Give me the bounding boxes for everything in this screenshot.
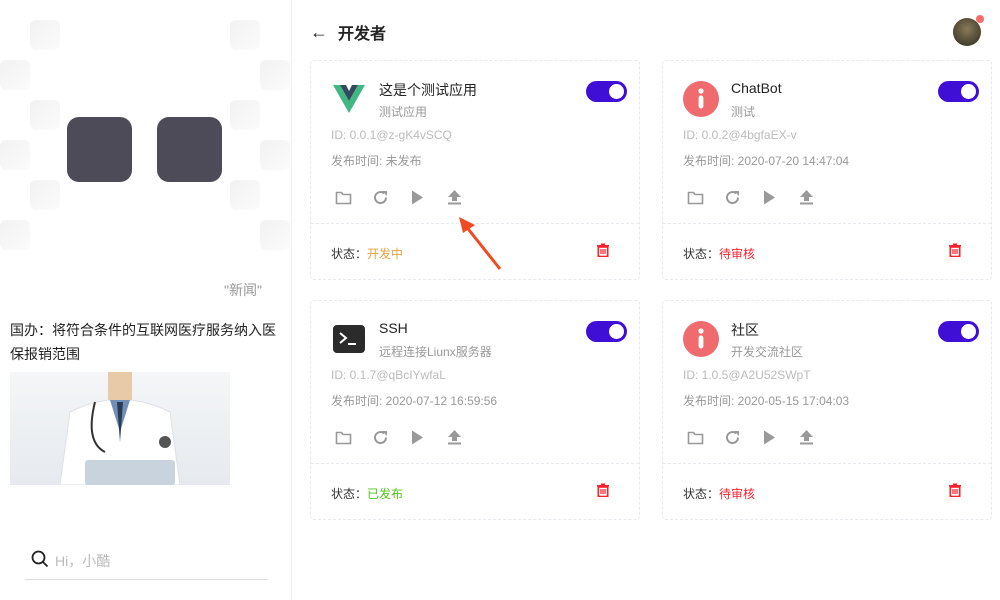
trash-icon[interactable] [596,483,610,497]
trash-icon[interactable] [596,243,610,257]
status-row: 状态：待审核 [683,245,755,262]
app-card: ChatBot 测试 ID: 0.0.2@4bgfaEX-v 发布时间: 202… [662,60,992,280]
app-desc: 开发交流社区 [731,345,804,359]
app-name: ChatBot [731,80,782,96]
upload-icon[interactable] [446,429,463,446]
enable-toggle[interactable] [586,81,627,102]
status-badge: 待审核 [719,247,756,261]
publish-time: 发布时间: 2020-05-15 17:04:03 [683,394,850,408]
search-icon [31,550,49,568]
decor-square [260,60,290,90]
decor-square [30,20,60,50]
divider [663,223,991,224]
status-badge: 开发中 [367,247,404,261]
upload-icon[interactable] [446,189,463,206]
folder-icon[interactable] [335,429,352,446]
decor-square [0,60,30,90]
status-label: 状态： [331,487,368,501]
vue-logo-icon [333,85,365,113]
news-title[interactable]: 国办：将符合条件的互联网医疗服务纳入医保报销范围 [10,318,285,366]
divider [311,463,639,464]
decor-square [260,220,290,250]
play-icon[interactable] [761,429,778,446]
play-icon[interactable] [761,189,778,206]
refresh-icon[interactable] [372,429,389,446]
app-desc: 测试应用 [379,105,428,119]
folder-icon[interactable] [335,189,352,206]
trash-icon[interactable] [948,243,962,257]
mascot-eye-right [157,117,222,182]
refresh-icon[interactable] [724,429,741,446]
status-label: 状态： [683,247,720,261]
upload-icon[interactable] [798,189,815,206]
status-row: 状态：开发中 [331,245,403,262]
arrow-left-icon[interactable]: ← [310,22,328,43]
app-desc: 远程连接Liunx服务器 [379,345,492,359]
decor-square [0,140,30,170]
enable-toggle[interactable] [938,321,979,342]
decor-square [30,180,60,210]
app-name: 社区 [731,322,759,338]
decor-square [0,220,30,250]
page-title: 开发者 [338,26,387,43]
mascot-eye-left [67,117,132,182]
status-label: 状态： [331,247,368,261]
annotation-arrow-icon [459,217,502,270]
decor-square [230,20,260,50]
publish-time: 发布时间: 未发布 [331,154,422,168]
publish-time: 发布时间: 2020-07-20 14:47:04 [683,154,850,168]
folder-icon[interactable] [687,429,704,446]
app-card: 社区 开发交流社区 ID: 1.0.5@A2U52SWpT 发布时间: 2020… [662,300,992,520]
status-row: 状态：待审核 [683,485,755,502]
enable-toggle[interactable] [938,81,979,102]
search-box[interactable]: Hi，小酷 [25,545,268,580]
terminal-icon [333,325,365,353]
enable-toggle[interactable] [586,321,627,342]
notification-dot [976,15,984,23]
decor-square [30,100,60,130]
app-id: ID: 0.1.7@qBcIYwfaL [331,368,446,382]
trash-icon[interactable] [948,483,962,497]
search-input[interactable]: Hi，小酷 [55,551,110,571]
status-row: 状态：已发布 [331,485,403,502]
publish-time: 发布时间: 2020-07-12 16:59:56 [331,394,498,408]
app-id: ID: 0.0.2@4bgfaEX-v [683,128,797,142]
status-badge: 已发布 [367,487,404,501]
status-label: 状态： [683,487,720,501]
play-icon[interactable] [409,189,426,206]
app-card: SSH 远程连接Liunx服务器 ID: 0.1.7@qBcIYwfaL 发布时… [310,300,640,520]
app-name: SSH [379,320,408,336]
folder-icon[interactable] [687,189,704,206]
info-icon [683,81,719,117]
left-panel: "新闻" 国办：将符合条件的互联网医疗服务纳入医保报销范围 Hi，小酷 [0,0,292,600]
refresh-icon[interactable] [724,189,741,206]
decor-square [230,180,260,210]
news-tag: "新闻" [224,282,262,298]
decor-square [230,100,260,130]
page-header: ← 开发者 [310,20,386,44]
refresh-icon[interactable] [372,189,389,206]
upload-icon[interactable] [798,429,815,446]
divider [663,463,991,464]
decor-square [260,140,290,170]
app-desc: 测试 [731,105,756,119]
play-icon[interactable] [409,429,426,446]
app-name: 这是个测试应用 [379,82,477,98]
info-icon [683,321,719,357]
avatar[interactable] [953,15,984,46]
app-id: ID: 0.0.1@z-gK4vSCQ [331,128,452,142]
status-badge: 待审核 [719,487,756,501]
news-image[interactable] [10,372,230,485]
app-id: ID: 1.0.5@A2U52SWpT [683,368,811,382]
